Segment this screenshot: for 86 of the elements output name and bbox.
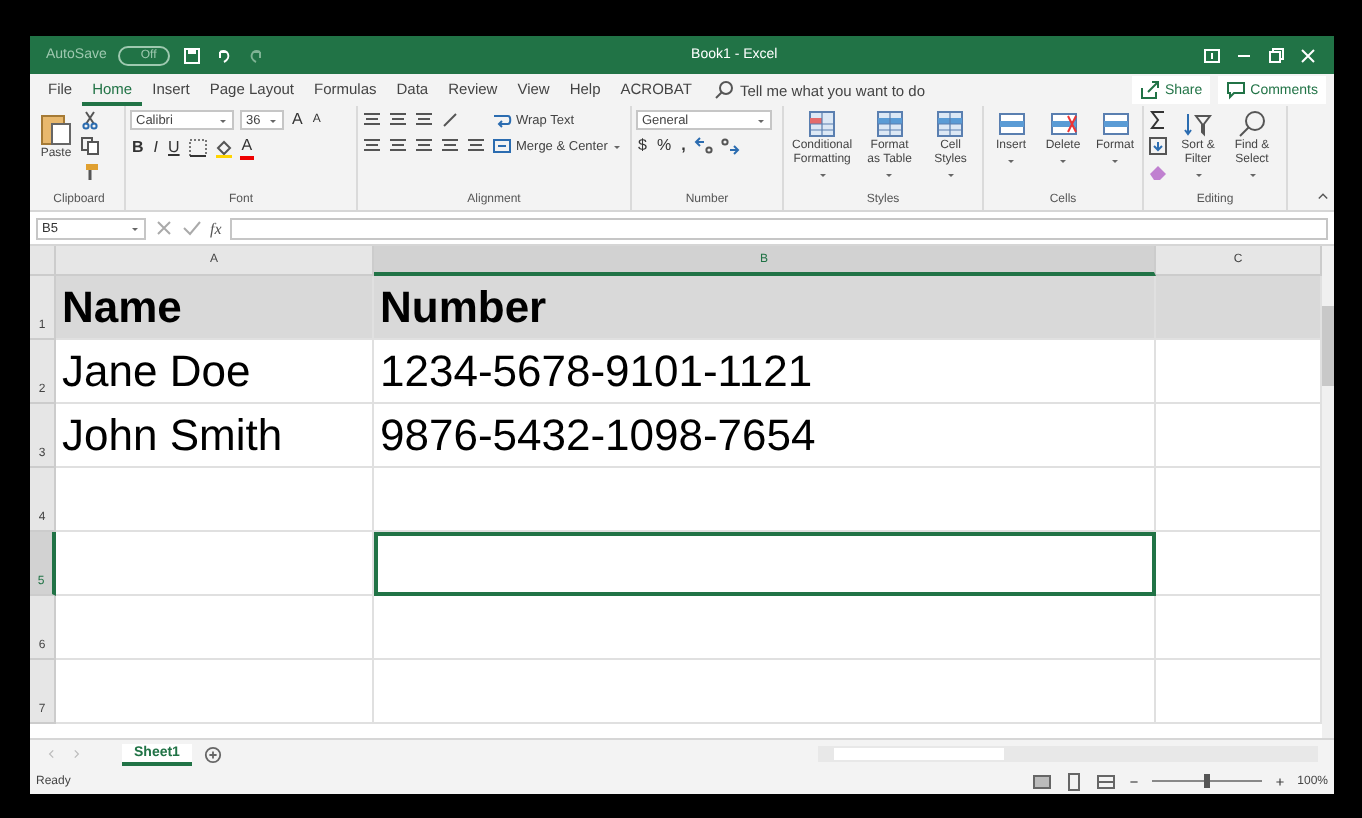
- table-cell[interactable]: Number: [374, 276, 1156, 340]
- zoom-in-icon[interactable]: [1273, 775, 1286, 787]
- table-cell[interactable]: [56, 532, 374, 596]
- table-cell[interactable]: [1156, 468, 1322, 532]
- align-bottom-icon[interactable]: [414, 110, 434, 130]
- sort-filter-icon: [1184, 110, 1212, 138]
- table-cell[interactable]: [1156, 596, 1322, 660]
- table-cell[interactable]: [374, 596, 1156, 660]
- table-cell[interactable]: [1156, 404, 1322, 468]
- font-color-button[interactable]: A: [239, 136, 255, 160]
- align-center-icon[interactable]: [388, 136, 408, 156]
- underline-button[interactable]: U: [166, 138, 182, 158]
- cut-icon[interactable]: [80, 110, 100, 130]
- table-cell[interactable]: [1156, 340, 1322, 404]
- search-icon: [1238, 110, 1266, 138]
- italic-button[interactable]: I: [151, 138, 161, 158]
- table-cell[interactable]: [56, 596, 374, 660]
- align-left-icon[interactable]: [362, 136, 382, 156]
- decrease-decimal-icon[interactable]: [719, 136, 740, 156]
- table-cell[interactable]: [374, 468, 1156, 532]
- table-style-icon: [936, 110, 965, 138]
- zoom-thumb[interactable]: [1203, 774, 1210, 788]
- page-layout-icon[interactable]: [1063, 771, 1084, 791]
- caret-icon: [1058, 156, 1068, 166]
- caret-icon: [884, 170, 895, 180]
- borders-icon[interactable]: [187, 138, 208, 158]
- save-icon[interactable]: [182, 45, 203, 65]
- close-icon[interactable]: [1298, 45, 1318, 65]
- format-painter-icon[interactable]: [80, 162, 100, 182]
- table-style-icon: [875, 110, 904, 138]
- restore-icon[interactable]: [1266, 45, 1286, 65]
- sum-icon[interactable]: [1148, 110, 1168, 130]
- table-style-icon: [808, 110, 837, 138]
- orientation-icon[interactable]: [440, 110, 460, 130]
- table-cell[interactable]: John Smith: [56, 404, 374, 468]
- align-middle-icon[interactable]: [388, 110, 408, 130]
- merge-icon: [492, 136, 512, 156]
- table-cell[interactable]: [1156, 660, 1322, 724]
- table-cell[interactable]: [56, 660, 374, 724]
- increase-decimal-icon[interactable]: [693, 136, 714, 156]
- table-cell[interactable]: 1234-5678-9101-1121: [374, 340, 1156, 404]
- zoom-out-icon[interactable]: [1127, 775, 1140, 787]
- vertical-scrollbar[interactable]: [1322, 246, 1334, 738]
- formula-input[interactable]: [229, 217, 1328, 239]
- selected-cell[interactable]: [374, 532, 1156, 596]
- bold-button[interactable]: B: [130, 138, 146, 158]
- caret-icon: [218, 115, 228, 125]
- table-cell[interactable]: [56, 468, 374, 532]
- table-cell[interactable]: Name: [56, 276, 374, 340]
- caret-icon: [817, 170, 828, 180]
- caret-icon: [945, 170, 956, 180]
- table-cell[interactable]: [1156, 532, 1322, 596]
- share-icon: [1140, 80, 1161, 100]
- caret-icon: [756, 115, 766, 125]
- comma-style-button[interactable]: ,: [679, 136, 688, 156]
- align-top-icon[interactable]: [362, 110, 382, 130]
- wrap-icon: [492, 110, 512, 130]
- caret-icon: [1006, 156, 1016, 166]
- undo-icon[interactable]: [214, 45, 235, 65]
- comment-icon: [1226, 80, 1247, 100]
- currency-button[interactable]: $: [636, 136, 649, 156]
- table-cell[interactable]: Jane Doe: [56, 340, 374, 404]
- caret-icon: [268, 115, 278, 125]
- caret-icon: [130, 223, 140, 233]
- insert-function-button[interactable]: fx: [210, 219, 222, 237]
- collapse-ribbon-icon[interactable]: [1316, 190, 1330, 204]
- increase-font-button[interactable]: A: [290, 110, 305, 130]
- ribbon-display-icon[interactable]: [1202, 45, 1222, 65]
- caret-icon: [611, 141, 622, 151]
- caret-icon: [1110, 156, 1120, 166]
- align-right-icon[interactable]: [414, 136, 434, 156]
- caret-icon: [1247, 170, 1257, 180]
- decrease-indent-icon[interactable]: [440, 136, 460, 156]
- fill-color-icon[interactable]: [213, 138, 234, 158]
- caret-icon: [1193, 170, 1203, 180]
- table-cell[interactable]: [374, 660, 1156, 724]
- add-sheet-icon[interactable]: [203, 745, 222, 763]
- fill-down-icon[interactable]: [1148, 136, 1168, 156]
- percent-button[interactable]: %: [654, 136, 674, 156]
- page-break-icon[interactable]: [1095, 771, 1116, 791]
- normal-view-icon[interactable]: [1031, 771, 1052, 791]
- increase-indent-icon[interactable]: [466, 136, 486, 156]
- table-cell[interactable]: [1156, 276, 1322, 340]
- table-cell[interactable]: 9876-5432-1098-7654: [374, 404, 1156, 468]
- search-icon[interactable]: [713, 80, 734, 100]
- copy-icon[interactable]: [80, 136, 100, 156]
